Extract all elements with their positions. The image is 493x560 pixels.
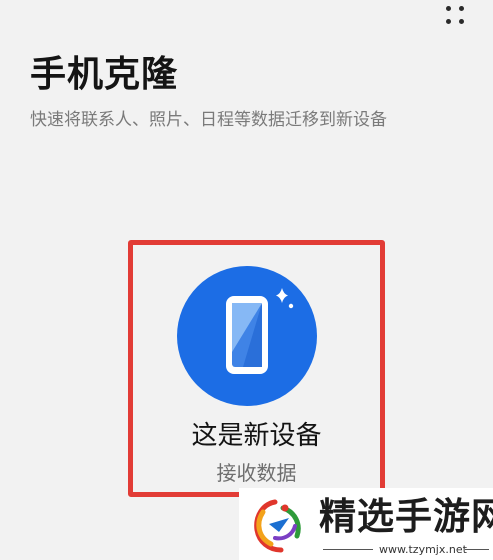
more-dots-icon [459, 6, 464, 11]
watermark: 精选手游网 www.tzymjx.net [239, 488, 493, 560]
page-title: 手机克隆 [30, 54, 179, 95]
phone-sparkle-icon [177, 266, 317, 406]
watermark-text: 精选手游网 [319, 495, 493, 538]
more-dots-icon [459, 19, 464, 24]
card-subtitle: 接收数据 [216, 461, 297, 485]
more-dots-icon [446, 6, 451, 11]
site-logo-icon [254, 499, 301, 553]
page-subtitle: 快速将联系人、照片、日程等数据迁移到新设备 [30, 110, 387, 130]
watermark-url: www.tzymjx.net [379, 543, 467, 556]
divider [465, 549, 489, 550]
divider [323, 549, 373, 550]
new-device-option[interactable]: 这是新设备 接收数据 [128, 240, 385, 497]
more-dots-icon [446, 19, 451, 24]
more-menu-button[interactable] [438, 2, 472, 28]
card-title: 这是新设备 [191, 421, 322, 451]
